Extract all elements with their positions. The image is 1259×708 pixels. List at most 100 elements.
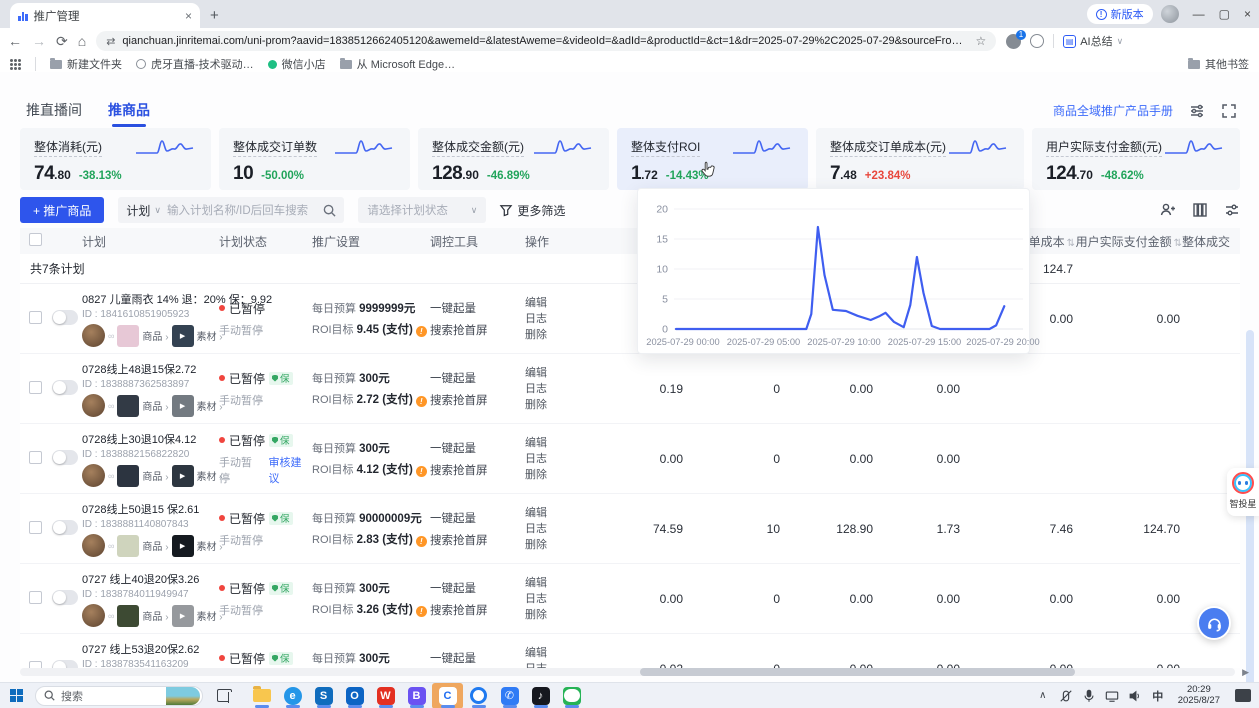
tool-link[interactable]: 搜索抢首屏 xyxy=(430,462,525,478)
column-header[interactable]: 用户实际支付金额⇅ xyxy=(1075,233,1182,250)
home-icon[interactable]: ⌂ xyxy=(78,33,86,49)
tab-product[interactable]: 推商品 xyxy=(108,100,150,120)
scroll-right-arrow[interactable]: ▶ xyxy=(1242,667,1249,678)
material-thumbnail[interactable] xyxy=(172,325,194,347)
taskbar-app-wechat[interactable] xyxy=(556,683,587,708)
tool-link[interactable]: 一键起量 xyxy=(430,300,525,316)
operation-link[interactable]: 日志 xyxy=(525,521,589,537)
new-tab-button[interactable]: + xyxy=(210,7,219,24)
bookmark-star-icon[interactable]: ☆ xyxy=(975,34,986,48)
new-version-button[interactable]: !新版本 xyxy=(1087,4,1153,24)
search-type-select[interactable]: 计划∨ xyxy=(126,202,161,219)
tool-link[interactable]: 搜索抢首屏 xyxy=(430,392,525,408)
taskbar-app-phone-app[interactable]: ✆ xyxy=(494,683,525,708)
scrollbar-thumb[interactable] xyxy=(640,668,1075,676)
row-enable-toggle[interactable] xyxy=(52,310,78,325)
operation-link[interactable]: 编辑 xyxy=(525,295,589,311)
tray-expand-icon[interactable]: ∧ xyxy=(1036,689,1050,703)
operation-link[interactable]: 删除 xyxy=(525,607,589,623)
row-checkbox[interactable] xyxy=(29,381,42,394)
table-horizontal-scrollbar[interactable]: ▶ xyxy=(20,668,1235,676)
operation-link[interactable]: 日志 xyxy=(525,311,589,327)
tool-link[interactable]: 搜索抢首屏 xyxy=(430,532,525,548)
browser-tab[interactable]: 推广管理 × xyxy=(10,3,200,28)
column-header[interactable]: 调控工具 xyxy=(430,233,525,250)
window-minimize-button[interactable]: — xyxy=(1193,7,1205,21)
extensions-menu-icon[interactable] xyxy=(1030,34,1044,48)
operation-link[interactable]: 编辑 xyxy=(525,365,589,381)
row-checkbox[interactable] xyxy=(29,521,42,534)
bookmark-item[interactable]: 虎牙直播-技术驱动… xyxy=(136,56,254,72)
product-thumbnail[interactable] xyxy=(117,535,139,557)
customer-service-button[interactable] xyxy=(1197,606,1231,640)
taskbar-app-purple-app[interactable]: B xyxy=(401,683,432,708)
column-settings-icon[interactable] xyxy=(1192,202,1208,218)
row-checkbox[interactable] xyxy=(29,311,42,324)
table-settings-icon[interactable] xyxy=(1224,202,1240,218)
bookmark-item[interactable]: 微信小店 xyxy=(268,56,326,72)
product-thumbnail[interactable] xyxy=(117,605,139,627)
start-button[interactable] xyxy=(10,689,23,702)
column-header[interactable]: 操作 xyxy=(525,233,589,250)
stat-card-3[interactable]: 整体支付ROI1.72-14.43% xyxy=(617,128,808,190)
product-thumbnail[interactable] xyxy=(117,465,139,487)
operation-link[interactable]: 删除 xyxy=(525,327,589,343)
taskbar-app-browser-app-active[interactable]: C xyxy=(432,683,463,708)
sort-icon[interactable]: ⇅ xyxy=(1067,238,1075,249)
column-header[interactable]: 推广设置 xyxy=(312,233,430,250)
stat-card-1[interactable]: 整体成交订单数10-50.00% xyxy=(219,128,410,190)
taskbar-app-file-explorer[interactable] xyxy=(246,683,277,708)
row-enable-toggle[interactable] xyxy=(52,520,78,535)
operation-link[interactable]: 日志 xyxy=(525,661,589,669)
operation-link[interactable]: 删除 xyxy=(525,537,589,553)
taskbar-app-outlook[interactable]: O xyxy=(339,683,370,708)
site-info-icon[interactable]: ⇄ xyxy=(106,35,115,48)
taskbar-clock[interactable]: 20:292025/8/27 xyxy=(1178,685,1220,707)
custom-audience-icon[interactable] xyxy=(1160,202,1176,218)
row-enable-toggle[interactable] xyxy=(52,450,78,465)
reload-icon[interactable]: ⟳ xyxy=(56,33,68,50)
browser-profile-avatar[interactable] xyxy=(1161,5,1179,23)
forward-icon[interactable]: → xyxy=(32,33,46,49)
plan-search-input[interactable]: 计划∨ 输入计划名称/ID后回车搜索 xyxy=(118,197,344,223)
material-thumbnail[interactable] xyxy=(172,465,194,487)
tab-live-room[interactable]: 推直播间 xyxy=(26,100,82,120)
fullscreen-icon[interactable] xyxy=(1221,103,1237,119)
search-icon[interactable] xyxy=(323,204,336,217)
tool-link[interactable]: 一键起量 xyxy=(430,440,525,456)
sort-icon[interactable]: ⇅ xyxy=(1174,238,1182,249)
material-thumbnail[interactable] xyxy=(172,395,194,417)
notification-center-icon[interactable] xyxy=(1235,689,1251,702)
product-link[interactable]: 商品 › xyxy=(142,328,168,343)
network-display-icon[interactable] xyxy=(1105,689,1119,703)
list-settings-icon[interactable] xyxy=(1189,103,1205,119)
operation-link[interactable]: 编辑 xyxy=(525,645,589,661)
column-header[interactable]: 整体成交金额 xyxy=(1182,233,1230,250)
taskbar-app-edge-browser[interactable]: e xyxy=(277,683,308,708)
promote-product-button[interactable]: + 推广商品 xyxy=(20,197,104,223)
row-enable-toggle[interactable] xyxy=(52,380,78,395)
other-bookmarks-button[interactable]: 其他书签 xyxy=(1188,56,1249,72)
row-enable-toggle[interactable] xyxy=(52,590,78,605)
tab-close-icon[interactable]: × xyxy=(185,9,192,23)
material-thumbnail[interactable] xyxy=(172,605,194,627)
operation-link[interactable]: 日志 xyxy=(525,381,589,397)
taskbar-app-microsoft-store[interactable]: S xyxy=(308,683,339,708)
product-link[interactable]: 商品 › xyxy=(142,538,168,553)
operation-link[interactable]: 删除 xyxy=(525,467,589,483)
product-thumbnail[interactable] xyxy=(117,325,139,347)
column-header[interactable]: 计划状态 xyxy=(219,233,312,250)
select-all-checkbox[interactable] xyxy=(29,233,42,246)
row-checkbox[interactable] xyxy=(29,661,42,669)
ai-summary-button[interactable]: ▤AI总结∨ xyxy=(1063,33,1123,49)
operation-link[interactable]: 日志 xyxy=(525,451,589,467)
taskbar-app-wps-office[interactable]: W xyxy=(370,683,401,708)
stat-card-2[interactable]: 整体成交金额(元)128.90-46.89% xyxy=(418,128,609,190)
operation-link[interactable]: 编辑 xyxy=(525,505,589,521)
assistant-widget[interactable]: 智投星 xyxy=(1227,468,1259,516)
url-bar[interactable]: ⇄ qianchuan.jinritemai.com/uni-prom?aavi… xyxy=(96,31,996,51)
product-link[interactable]: 商品 › xyxy=(142,398,168,413)
stat-card-0[interactable]: 整体消耗(元)74.80-38.13% xyxy=(20,128,211,190)
operation-link[interactable]: 编辑 xyxy=(525,435,589,451)
more-filters-button[interactable]: 更多筛选 xyxy=(500,202,565,219)
